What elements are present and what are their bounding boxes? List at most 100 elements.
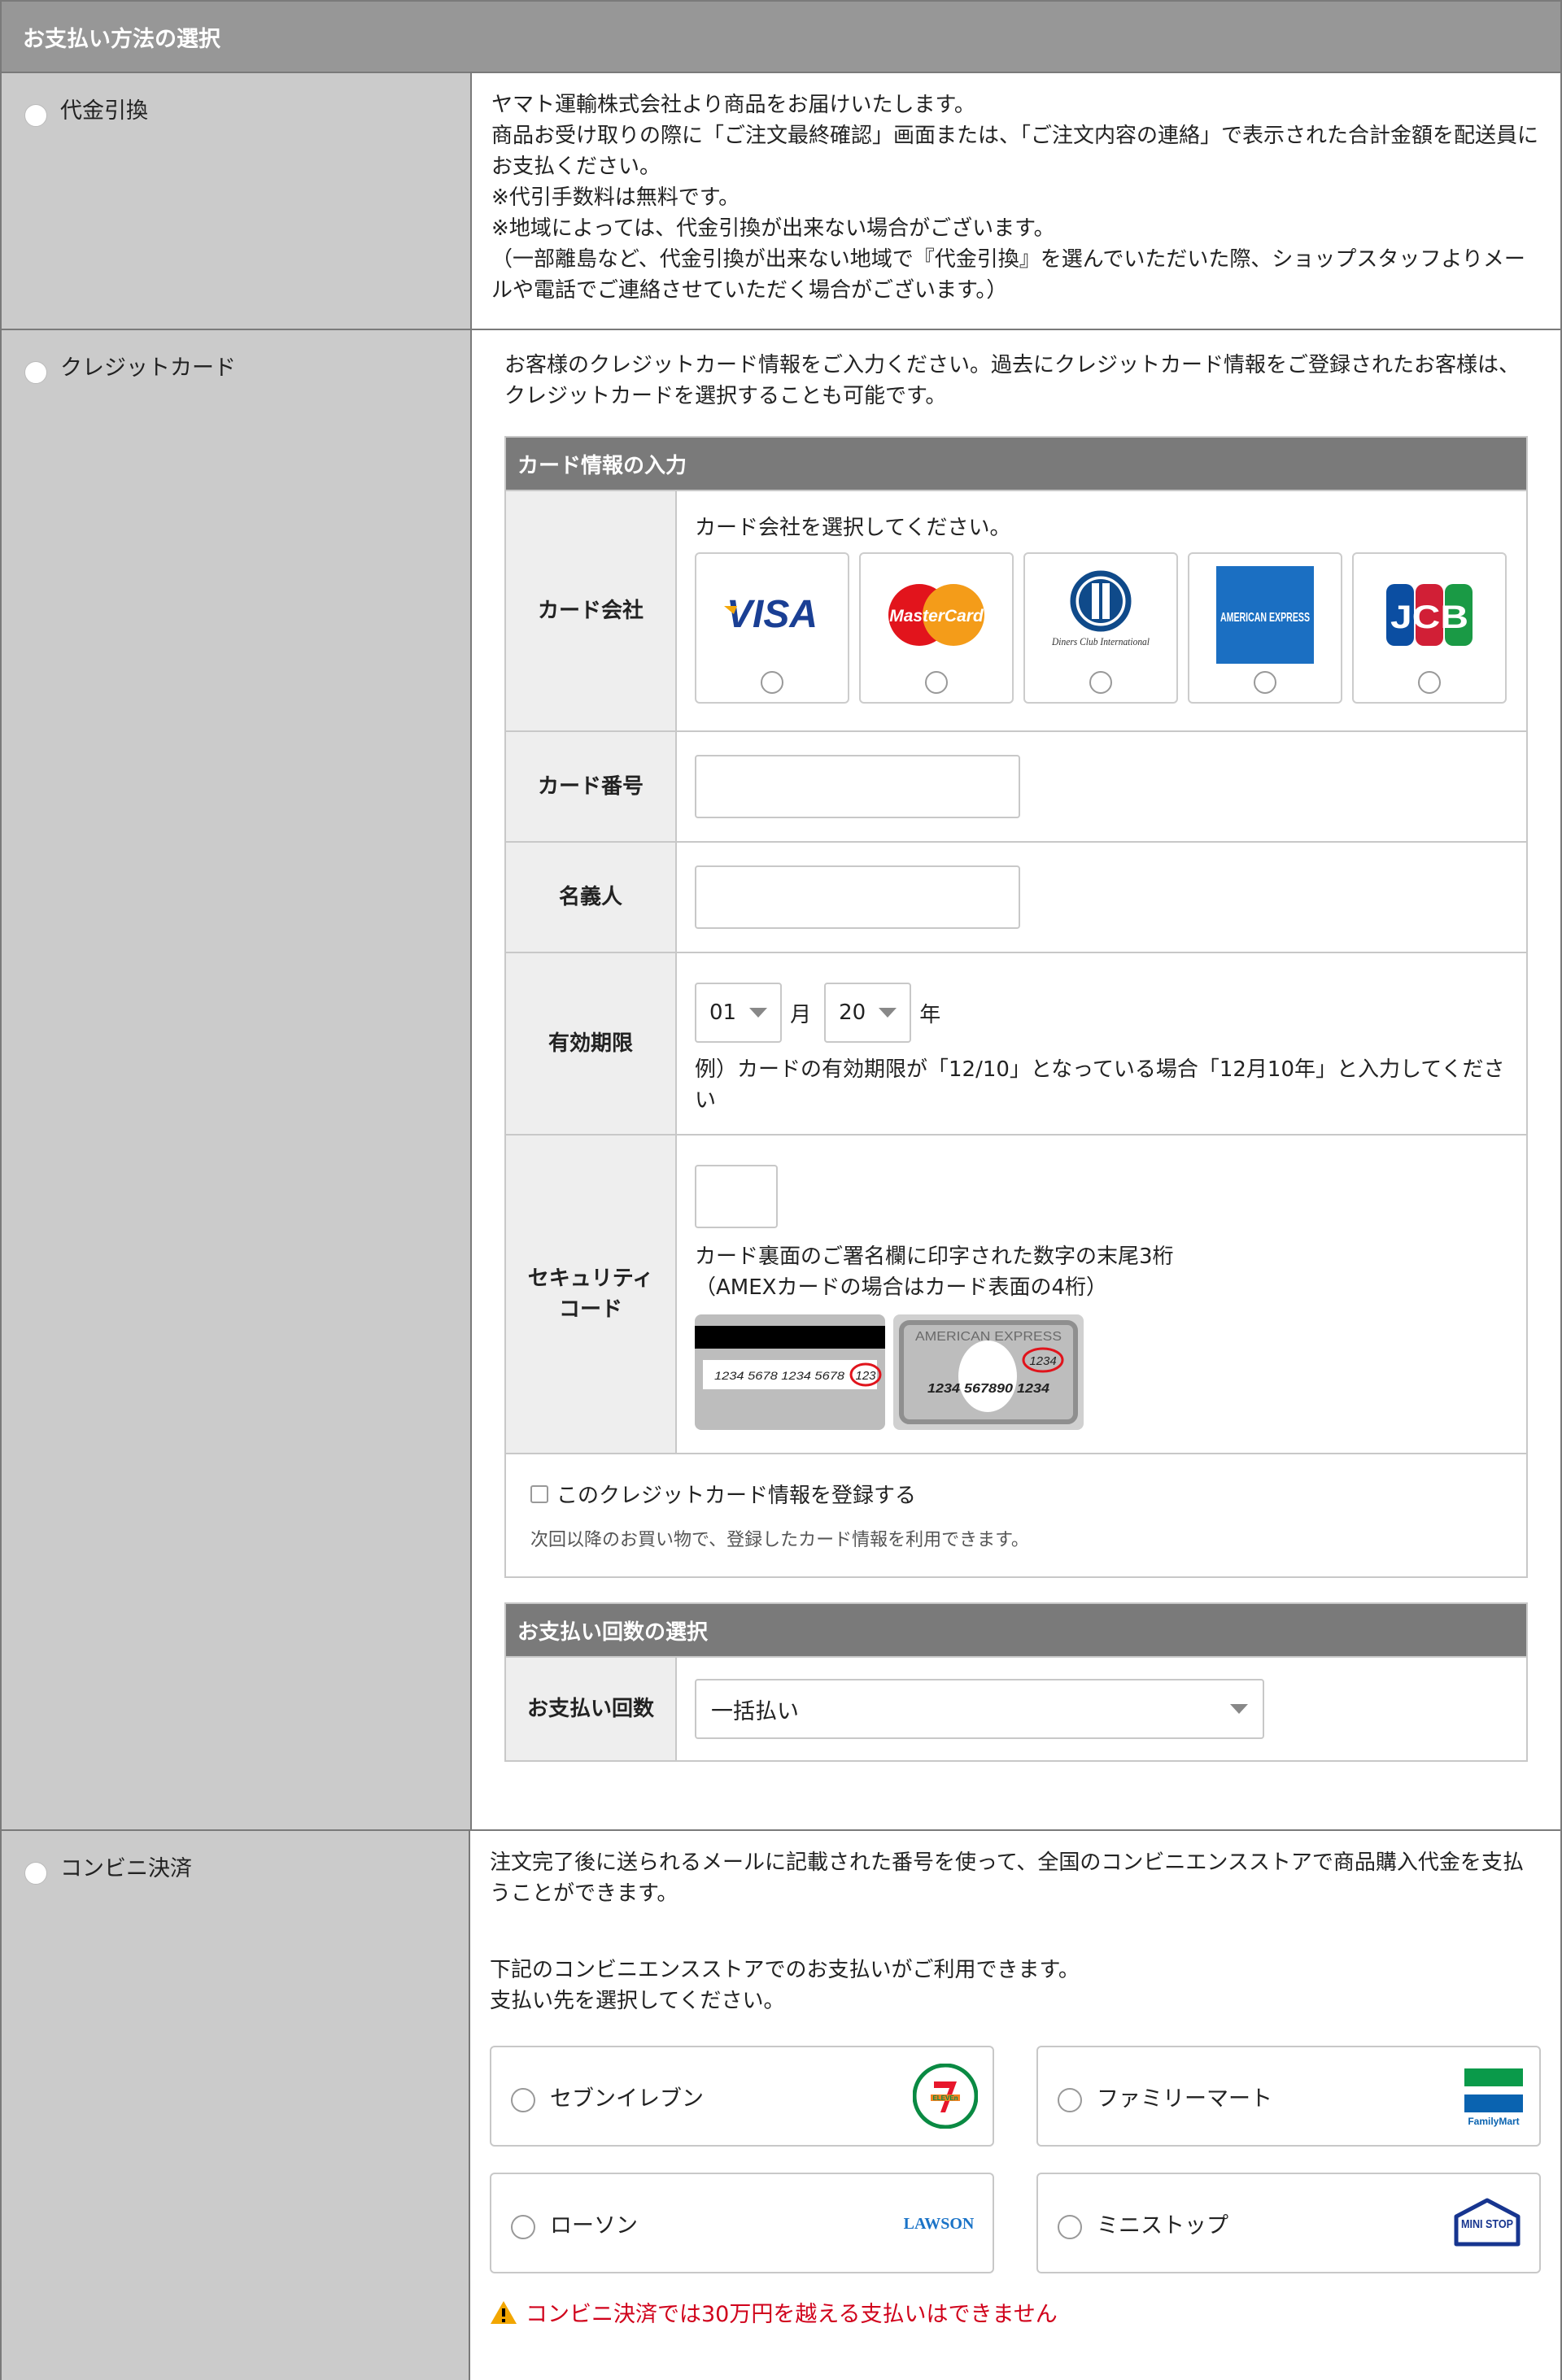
security-label-line: セキュリティ <box>527 1266 654 1291</box>
chevron-down-icon <box>879 1008 897 1018</box>
expiry-month-value: 01 <box>709 1000 737 1025</box>
convenience-intro: 注文完了後に送られるメールに記載された番号を使って、全国のコンビニエンスストアで… <box>490 1850 1524 1906</box>
amex-radio[interactable] <box>1254 671 1276 694</box>
mastercard-radio[interactable] <box>925 671 948 694</box>
card-brand-visa[interactable]: VISA <box>695 552 849 704</box>
convenience-radio[interactable] <box>24 1862 47 1885</box>
cod-label-cell[interactable]: 代金引換 <box>2 73 472 329</box>
card-number-label: カード番号 <box>506 732 677 841</box>
month-unit: 月 <box>790 1002 812 1027</box>
credit-radio[interactable] <box>24 361 47 384</box>
store-lawson[interactable]: ローソン LAWSON <box>490 2173 994 2273</box>
ministop-logo-icon: MINI STOP <box>1454 2198 1521 2247</box>
diners-logo: Diners Club International <box>1040 562 1162 668</box>
visa-logo: VISA <box>711 562 833 668</box>
cod-line: ※代引手数料は無料です。 <box>491 185 740 210</box>
card-brand-mastercard[interactable]: MasterCard <box>859 552 1014 704</box>
credit-label-cell[interactable]: クレジットカード <box>2 330 472 1829</box>
security-code-row: セキュリティ コード カード裏面のご署名欄に印字された数字の末尾3桁 （AMEX… <box>506 1134 1526 1453</box>
store-familymart[interactable]: ファミリーマート FamilyMart <box>1036 2046 1541 2147</box>
security-label-line: コード <box>558 1297 622 1322</box>
store-seven-eleven[interactable]: セブンイレブン ELEVEn <box>490 2046 994 2147</box>
installment-panel: お支払い回数の選択 お支払い回数 一括払い <box>504 1602 1528 1762</box>
cod-radio[interactable] <box>24 104 47 127</box>
seven-eleven-logo-text: ELEVEn <box>932 2094 958 2102</box>
installment-select[interactable]: 一括払い <box>695 1679 1264 1739</box>
diners-radio[interactable] <box>1089 671 1112 694</box>
card-number-input[interactable] <box>695 755 1020 818</box>
lawson-logo-icon: LAWSON <box>904 2215 975 2233</box>
card-company-label: カード会社 <box>506 491 677 730</box>
sample-back-number: 1234 5678 1234 5678 <box>714 1369 844 1382</box>
familymart-logo-text: FamilyMart <box>1468 2116 1519 2127</box>
store-ministop[interactable]: ミニストップ MINI STOP <box>1036 2173 1541 2273</box>
installment-label: お支払い回数 <box>506 1658 677 1760</box>
payment-option-cod: 代金引換 ヤマト運輸株式会社より商品をお届けいたします。 商品お受け取りの際に「… <box>2 73 1560 330</box>
cod-label: 代金引換 <box>60 98 148 124</box>
store-radio[interactable] <box>511 2215 535 2239</box>
payment-method-page: お支払い方法の選択 代金引換 ヤマト運輸株式会社より商品をお届けいたします。 商… <box>0 0 1562 2380</box>
expiry-year-value: 20 <box>839 1000 866 1025</box>
card-brand-amex[interactable]: AMERICAN EXPRESS <box>1188 552 1342 704</box>
sample-amex-number: 1234 567890 1234 <box>927 1382 1049 1396</box>
register-card-checkbox-row[interactable]: このクレジットカード情報を登録する <box>530 1479 1029 1509</box>
card-brand-jcb[interactable]: JCB <box>1352 552 1507 704</box>
store-radio[interactable] <box>1058 2215 1082 2239</box>
convenience-select-line: 支払い先を選択してください。 <box>490 1989 785 2013</box>
year-unit: 年 <box>919 1002 941 1027</box>
ministop-logo-text: MINI STOP <box>1461 2217 1513 2231</box>
expiry-year-select[interactable]: 20 <box>824 983 912 1043</box>
expiry-row: 有効期限 01 月 20 年 例）カードの有効期限が「12/10」となっている場… <box>506 952 1526 1134</box>
section-header: お支払い方法の選択 <box>2 2 1560 73</box>
card-brand-diners[interactable]: Diners Club International <box>1023 552 1178 704</box>
security-note: カード裏面のご署名欄に印字された数字の末尾3桁 <box>695 1244 1174 1269</box>
lawson-logo-text: LAWSON <box>904 2215 975 2233</box>
register-card-checkbox[interactable] <box>530 1484 548 1503</box>
credit-intro: お客様のクレジットカード情報をご入力ください。過去にクレジットカード情報をご登録… <box>504 353 1521 408</box>
security-sample-images: 1234 5678 1234 5678 123 AMERICAN EXPRESS <box>695 1314 1508 1430</box>
seven-eleven-logo-icon: ELEVEn <box>913 2064 978 2129</box>
store-name: ファミリーマート <box>1097 2086 1272 2112</box>
card-holder-input[interactable] <box>695 865 1020 929</box>
jcb-radio[interactable] <box>1418 671 1441 694</box>
jcb-logo: JCB <box>1368 562 1490 668</box>
sample-amex-code: 1234 <box>1029 1354 1056 1368</box>
card-holder-label: 名義人 <box>506 843 677 952</box>
amex-logo: AMERICAN EXPRESS <box>1204 562 1326 668</box>
visa-radio[interactable] <box>761 671 783 694</box>
familymart-logo-icon: FamilyMart <box>1464 2068 1523 2127</box>
store-radio[interactable] <box>1058 2088 1082 2112</box>
store-grid: セブンイレブン ELEVEn ファミリーマート FamilyMart ローソン … <box>490 2046 1541 2273</box>
jcb-logo-text: JCB <box>1390 599 1468 635</box>
payment-option-credit: クレジットカード お客様のクレジットカード情報をご入力ください。過去にクレジット… <box>2 330 1560 1831</box>
cod-line: 商品お受け取りの際に「ご注文最終確認」画面または、「ご注文内容の連絡」で表示され… <box>491 124 1539 179</box>
payment-option-convenience: コンビニ決済 注文完了後に送られるメールに記載された番号を使って、全国のコンビニ… <box>2 1831 1560 2380</box>
register-card-row: このクレジットカード情報を登録する 次回以降のお買い物で、登録したカード情報を利… <box>506 1453 1526 1576</box>
mastercard-logo: MasterCard <box>875 562 997 668</box>
credit-content: お客様のクレジットカード情報をご入力ください。過去にクレジットカード情報をご登録… <box>472 330 1560 1829</box>
warning-text: コンビニ決済では30万円を越える支払いはできません <box>526 2302 1058 2327</box>
convenience-label-cell[interactable]: コンビニ決済 <box>2 1831 470 2380</box>
store-name: ミニストップ <box>1097 2212 1228 2238</box>
convenience-content: 注文完了後に送られるメールに記載された番号を使って、全国のコンビニエンスストアで… <box>470 1831 1560 2380</box>
card-back-sample: 1234 5678 1234 5678 123 <box>695 1314 885 1430</box>
cod-line: （一部離島など、代金引換が出来ない地域で『代金引換』を選んでいただいた際、ショッ… <box>491 247 1525 303</box>
sample-back-code: 123 <box>855 1369 876 1383</box>
cod-line: ※地域によっては、代金引換が出来ない場合がございます。 <box>491 216 1055 241</box>
card-panel-title: カード情報の入力 <box>506 438 1526 490</box>
card-company-row: カード会社 カード会社を選択してください。 VISA MasterCard Di… <box>506 490 1526 730</box>
card-number-row: カード番号 <box>506 730 1526 841</box>
amex-front-sample: AMERICAN EXPRESS 1234 1234 567890 1234 <box>893 1314 1084 1430</box>
register-card-label: このクレジットカード情報を登録する <box>556 1484 917 1508</box>
expiry-label: 有効期限 <box>506 953 677 1134</box>
store-radio[interactable] <box>511 2088 535 2112</box>
convenience-warning: コンビニ決済では30万円を越える支払いはできません <box>490 2296 1541 2328</box>
installment-value: 一括払い <box>711 1698 799 1724</box>
convenience-label: コンビニ決済 <box>60 1856 192 1881</box>
convenience-select-line: 下記のコンビニエンスストアでのお支払いがご利用できます。 <box>490 1958 1080 1982</box>
card-holder-row: 名義人 <box>506 841 1526 952</box>
installment-row: お支払い回数 一括払い <box>506 1656 1526 1760</box>
register-card-note: 次回以降のお買い物で、登録したカード情報を利用できます。 <box>530 1530 1029 1550</box>
security-code-input[interactable] <box>695 1165 778 1228</box>
expiry-month-select[interactable]: 01 <box>695 983 783 1043</box>
